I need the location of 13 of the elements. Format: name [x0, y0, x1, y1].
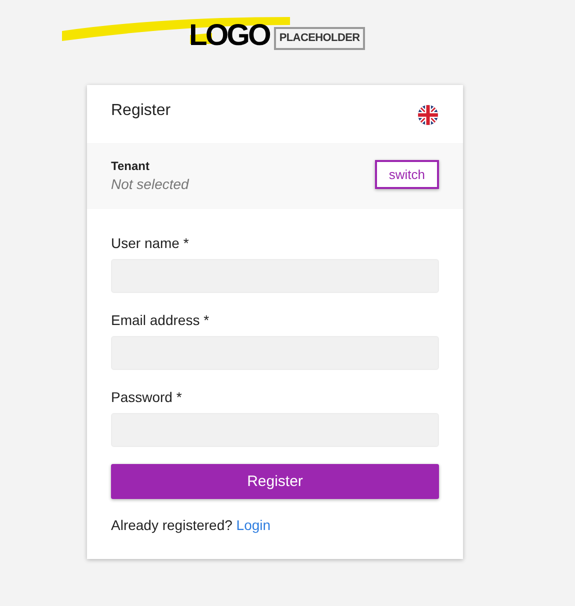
field-label: User name * — [111, 235, 190, 251]
register-button[interactable]: Register — [111, 464, 439, 499]
card-title: Register — [111, 102, 171, 120]
logo-text: LOGO — [189, 18, 271, 54]
footer-text: Already registered? — [111, 517, 232, 533]
uk-flag-icon[interactable] — [418, 105, 438, 125]
switch-button[interactable]: switch — [374, 160, 439, 188]
tenant-label: Tenant — [111, 158, 150, 172]
field-label: Email address * — [111, 312, 210, 328]
tenant-value: Not selected — [111, 176, 189, 192]
login-link[interactable]: Login — [236, 517, 271, 533]
logo-placeholder-badge: PLACEHOLDER — [274, 26, 365, 50]
field-label: Password * — [111, 389, 183, 405]
